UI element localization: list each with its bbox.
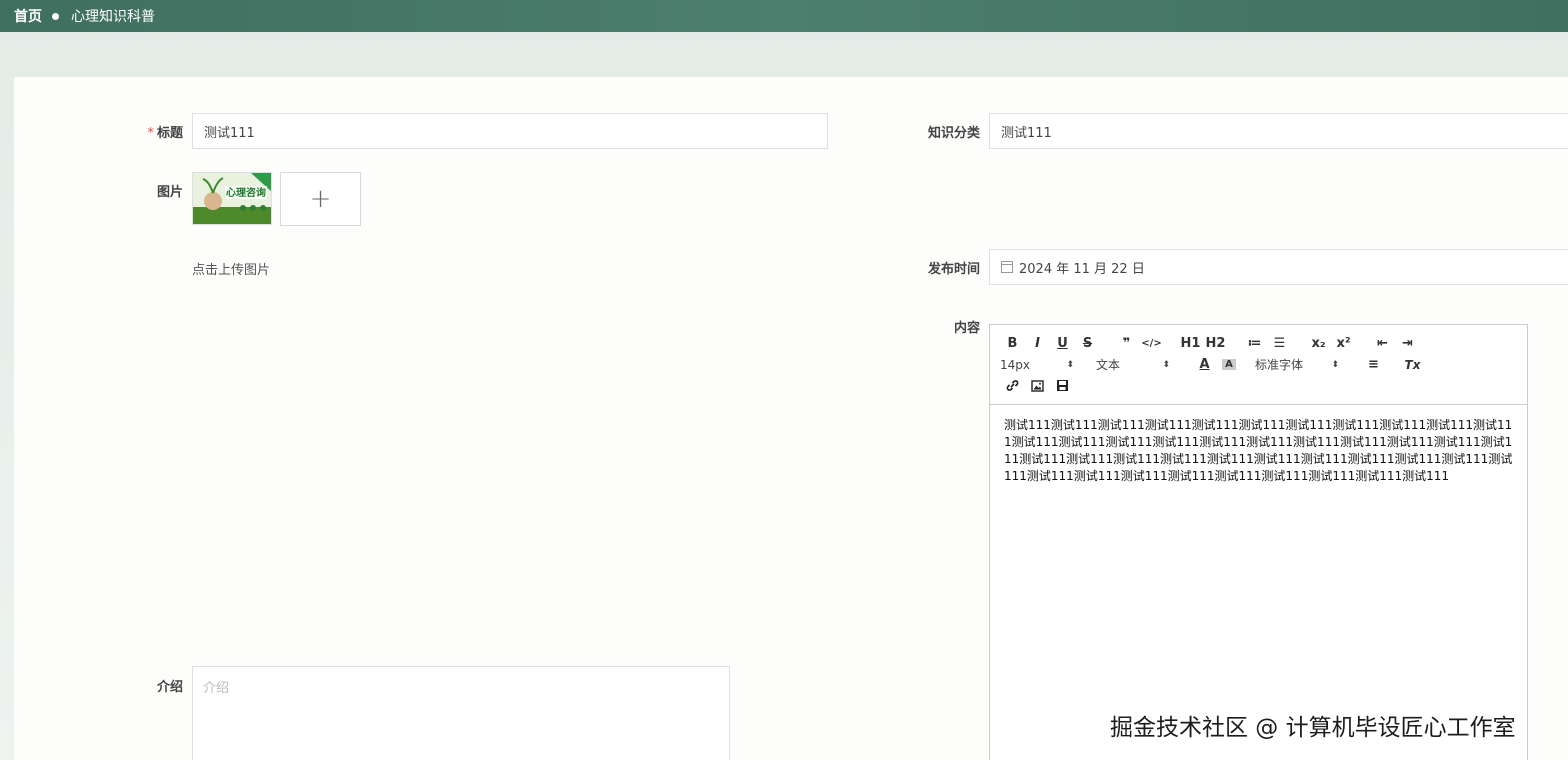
superscript-button[interactable]: x²: [1331, 336, 1356, 351]
category-label: 知识分类: [927, 126, 980, 141]
heading2-button[interactable]: H2: [1203, 336, 1228, 351]
video-icon[interactable]: [1050, 379, 1075, 392]
plus-icon: +: [309, 184, 332, 214]
uploaded-image-thumbnail[interactable]: 心理咨询: [192, 172, 272, 225]
upload-hint: 点击上传图片: [192, 263, 271, 278]
watermark: 掘金技术社区 @ 计算机毕设匠心工作室: [1110, 715, 1516, 741]
subscript-button[interactable]: x₂: [1306, 336, 1331, 351]
breadcrumb-current: 心理知识科普: [71, 9, 155, 25]
outdent-icon[interactable]: ⇤: [1370, 336, 1395, 351]
code-block-button[interactable]: </>: [1139, 338, 1164, 349]
ordered-list-icon[interactable]: ≔: [1242, 336, 1267, 351]
image-icon[interactable]: [1025, 379, 1050, 392]
align-icon[interactable]: ≡: [1361, 357, 1386, 372]
clear-format-icon[interactable]: Tx: [1400, 358, 1425, 372]
link-icon[interactable]: [1000, 379, 1025, 392]
chevron-updown-icon: ⬍: [1066, 359, 1074, 370]
publish-date-picker[interactable]: 2024 年 11 月 22 日: [989, 249, 1568, 285]
underline-button[interactable]: U: [1050, 336, 1075, 351]
blockquote-button[interactable]: ❞: [1114, 336, 1139, 351]
thumbnail-text: 心理咨询: [226, 186, 266, 199]
bold-button[interactable]: B: [1000, 336, 1025, 351]
form-panel: * 标题 测试111 知识分类 测试111 图片 心理咨询 + 点击上传图片 发布…: [14, 77, 1568, 760]
title-label: * 标题: [147, 126, 183, 141]
block-type-select[interactable]: 文本 ⬍: [1096, 356, 1170, 373]
bullet-list-icon[interactable]: ☰: [1267, 336, 1292, 351]
font-family-select[interactable]: 标准字体 ⬍: [1255, 356, 1339, 373]
editor-content[interactable]: 测试111测试111测试111测试111测试111测试111测试111测试111…: [990, 405, 1527, 497]
intro-textarea[interactable]: 介绍: [192, 666, 730, 760]
breadcrumb-home[interactable]: 首页: [14, 6, 42, 26]
chevron-updown-icon: ⬍: [1331, 359, 1339, 370]
calendar-icon: [1001, 261, 1013, 273]
breadcrumb-separator: [52, 12, 59, 20]
font-color-icon[interactable]: A: [1192, 357, 1217, 372]
image-label: 图片: [156, 185, 183, 200]
title-input[interactable]: 测试111: [192, 113, 828, 149]
category-select[interactable]: 测试111: [989, 113, 1568, 149]
image-upload-button[interactable]: +: [280, 172, 361, 226]
chevron-updown-icon: ⬍: [1162, 359, 1170, 370]
required-mark: *: [147, 126, 154, 141]
font-size-select[interactable]: 14px ⬍: [1000, 358, 1074, 372]
heading1-button[interactable]: H1: [1178, 336, 1203, 351]
intro-placeholder: 介绍: [203, 681, 230, 696]
background-color-icon[interactable]: A: [1222, 359, 1236, 370]
editor-toolbar: B I U S ❞ </> H1 H2 ≔ ☰ x₂ x² ⇤ ⇥ 14px ⬍…: [990, 325, 1527, 405]
indent-icon[interactable]: ⇥: [1395, 336, 1420, 351]
rich-text-editor[interactable]: B I U S ❞ </> H1 H2 ≔ ☰ x₂ x² ⇤ ⇥ 14px ⬍…: [989, 324, 1528, 760]
strike-button[interactable]: S: [1075, 336, 1100, 351]
breadcrumb: 首页 心理知识科普: [0, 0, 1568, 32]
italic-button[interactable]: I: [1025, 336, 1050, 351]
publish-time-label: 发布时间: [927, 262, 980, 277]
content-label: 内容: [953, 321, 980, 336]
intro-label: 介绍: [156, 680, 183, 695]
